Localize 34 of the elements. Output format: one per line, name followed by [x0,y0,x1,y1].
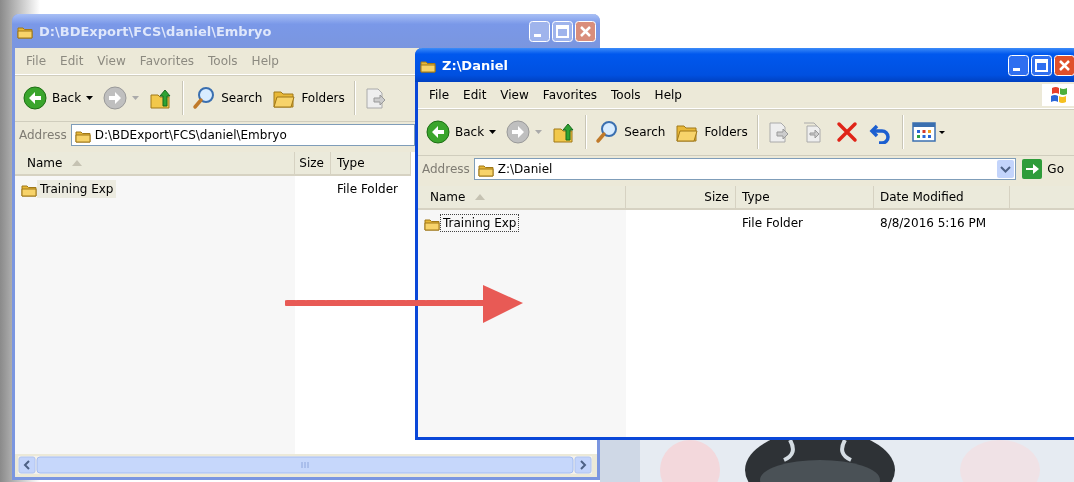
go-button[interactable]: Go [1020,159,1072,179]
table-cell: File Folder [337,182,398,196]
column-header[interactable]: Size [626,186,736,208]
column-header[interactable]: Name [15,152,295,174]
table-cell: 8/8/2016 5:16 PM [880,216,987,230]
column-header[interactable]: Date Modified [874,186,1010,208]
dropdown-arrow-icon[interactable] [86,96,94,100]
maximize-button[interactable] [1031,54,1052,76]
search-button[interactable]: Search [591,118,670,146]
menu-item[interactable]: View [493,88,536,102]
back-button[interactable]: Back [422,118,501,146]
dropdown-button[interactable] [997,160,1015,178]
minimize-button[interactable] [1008,54,1029,76]
window-title: D:\BDExport\FCS\daniel\Embryo [39,23,272,39]
table-cell: File Folder [742,216,803,230]
dropdown-arrow-icon[interactable] [489,130,497,134]
address-label: Address [422,162,470,176]
column-header[interactable]: Size [295,152,331,174]
address-label: Address [19,128,67,142]
menu-item[interactable]: Help [647,88,689,102]
window-title: Z:\Daniel [442,57,508,73]
address-field[interactable]: Z:\Daniel [473,158,1017,180]
search-icon [192,86,217,110]
column-header[interactable]: Type [331,152,411,174]
close-button[interactable] [1054,54,1074,76]
menu-item[interactable]: Edit [456,88,494,102]
column-header[interactable]: Type [736,186,874,208]
column-header[interactable]: Name [418,186,626,208]
folders-button[interactable]: Folders [671,118,752,146]
search-icon [595,120,620,144]
menu-item[interactable]: File [422,88,457,102]
menu-item[interactable]: Tools [604,88,648,102]
menu-item[interactable]: Favorites [535,88,605,102]
file-name[interactable]: Training Exp [440,214,520,232]
